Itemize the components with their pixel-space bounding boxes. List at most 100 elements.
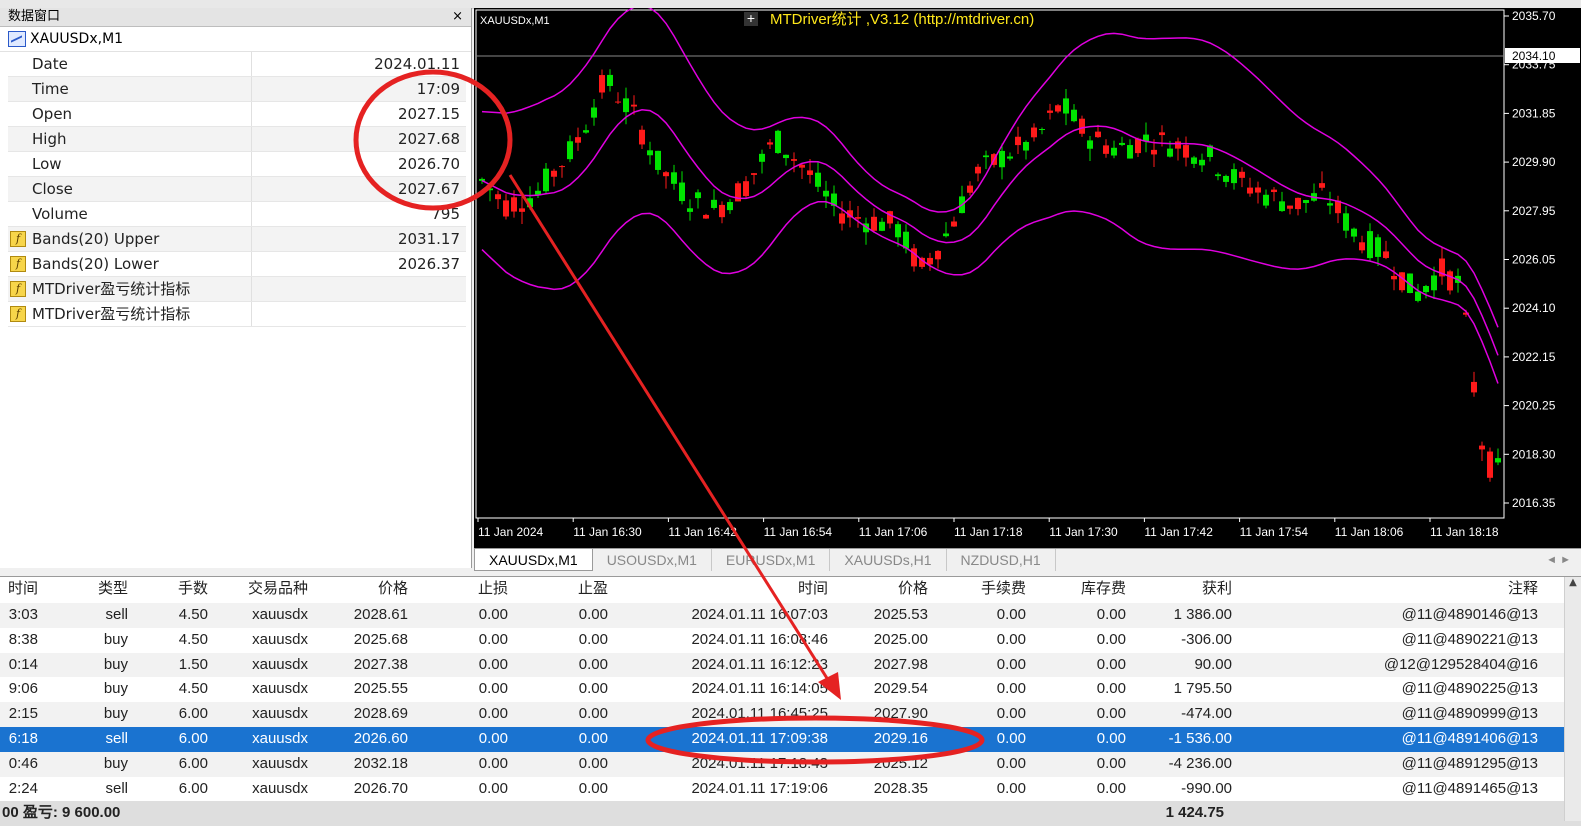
table-row[interactable]: 0:46 buy 6.00 xauusdx 2032.18 0.00 0.00 2024.01…: [0, 751, 1581, 777]
close-icon[interactable]: ×: [452, 8, 463, 26]
table-cell: @11@4891465@13: [1401, 779, 1538, 797]
column-header[interactable]: 注释: [1238, 577, 1544, 603]
data-window-key-text: Open: [32, 105, 73, 123]
column-header[interactable]: 时间: [614, 577, 834, 603]
price-chart[interactable]: 2035.70 2033.75 2031.85 2029.90 2027.95 2026.…: [474, 8, 1581, 548]
table-cell: 0.00: [996, 754, 1026, 772]
candle-body: [1031, 127, 1037, 138]
candle-body: [1343, 213, 1349, 231]
candle-body: [791, 159, 797, 161]
candle-body: [615, 101, 621, 103]
table-cell: 2025.12: [873, 754, 928, 772]
table-row[interactable]: 3:03 sell 4.50 xauusdx 2028.61 0.00 0.00 2024.0…: [0, 603, 1581, 628]
data-window-value: 795: [431, 205, 460, 223]
price-tick-label: 2018.30: [1512, 447, 1556, 461]
data-window-value: 2027.68: [397, 130, 460, 148]
column-header[interactable]: 手续费: [934, 577, 1032, 603]
table-cell: @11@4890221@13: [1401, 630, 1538, 648]
candle-body: [1367, 231, 1373, 259]
table-row[interactable]: 2:24 sell 6.00 xauusdx 2026.70 0.00 0.00 2024.0…: [0, 777, 1581, 802]
table-cell: @11@4891295@13: [1401, 754, 1538, 772]
column-header[interactable]: 止损: [414, 577, 514, 603]
scroll-up-icon[interactable]: ▲: [1565, 577, 1581, 588]
data-window-key-text: Time: [32, 80, 69, 98]
column-header[interactable]: 类型: [44, 577, 134, 603]
column-header[interactable]: 手数: [134, 577, 214, 603]
table-cell: buy: [103, 680, 128, 698]
table-cell: 0.00: [1096, 729, 1126, 747]
table-row[interactable]: 6:18 sell 6.00 xauusdx 2026.60 0.00 0.00 2024.0…: [0, 726, 1581, 752]
table-cell: 0.00: [1096, 705, 1126, 723]
data-window-key: Low: [8, 152, 252, 176]
table-cell: 0:14: [8, 655, 38, 673]
data-window-key: f Bands(20) Lower: [8, 252, 252, 276]
candle-body: [1423, 286, 1429, 293]
table-row[interactable]: 0:14 buy 1.50 xauusdx 2027.38 0.00 0.00 2024.01…: [0, 652, 1581, 678]
data-window-title: 数据窗口: [8, 9, 61, 24]
data-window-key: f MTDriver盈亏统计指标: [8, 302, 252, 326]
tab-chart[interactable]: XAUUSDs,H1: [830, 549, 947, 571]
table-row[interactable]: 2:15 buy 6.00 xauusdx 2028.69 0.00 0.00 2024.01…: [0, 702, 1581, 727]
table-cell: 2025.55: [353, 680, 408, 698]
price-tick-label: 2029.90: [1512, 155, 1556, 169]
candle-body: [1223, 175, 1229, 182]
candlestick-chart-svg[interactable]: 2035.702033.752031.852029.902027.952026.…: [474, 8, 1581, 548]
column-header[interactable]: 库存费: [1032, 577, 1132, 603]
candle-body: [1255, 187, 1261, 193]
column-header[interactable]: 价格: [834, 577, 934, 603]
time-tick-label: 11 Jan 18:06: [1335, 525, 1404, 539]
chart-plot-area[interactable]: [475, 9, 1505, 519]
column-header[interactable]: 时间: [0, 577, 44, 603]
column-header[interactable]: 交易品种: [214, 577, 314, 603]
table-cell: xauusdx: [252, 606, 308, 623]
table-cell: 6.00: [178, 779, 208, 797]
data-window-row: Time 17:09: [8, 77, 466, 102]
time-tick-label: 11 Jan 17:42: [1144, 525, 1213, 539]
time-tick-label: 11 Jan 17:54: [1240, 525, 1309, 539]
time-tick-label: 11 Jan 17:30: [1049, 525, 1118, 539]
column-header[interactable]: 价格: [314, 577, 414, 603]
candle-body: [623, 98, 629, 113]
candle-body: [1271, 189, 1277, 193]
table-cell: 2025.00: [873, 630, 928, 648]
table-cell: 0.00: [578, 705, 608, 723]
table-cell: 9:06: [8, 680, 38, 698]
data-window-key: f MTDriver盈亏统计指标: [8, 277, 252, 301]
candle-body: [1159, 132, 1165, 136]
table-cell: 0.00: [578, 680, 608, 698]
candle-body: [1399, 272, 1405, 291]
price-tick-label: 2026.05: [1512, 253, 1556, 267]
table-row[interactable]: 8:38 buy 4.50 xauusdx 2025.68 0.00 0.00 2024.01…: [0, 628, 1581, 653]
candle-body: [511, 197, 517, 212]
time-tick-label: 11 Jan 2024: [478, 525, 543, 539]
table-cell: 0.00: [478, 630, 508, 648]
plus-icon[interactable]: +: [744, 11, 758, 26]
candle-body: [1247, 187, 1253, 194]
column-header[interactable]: 止盈: [514, 577, 614, 603]
tab-scroll-arrows-icon[interactable]: ◄ ►: [1546, 549, 1571, 571]
data-window-value: 2027.67: [397, 180, 460, 198]
candle-body: [1071, 109, 1077, 122]
candle-body: [1279, 201, 1285, 212]
table-cell: 0.00: [996, 680, 1026, 698]
tab-chart[interactable]: USOUSDx,M1: [593, 549, 712, 571]
candle-body: [655, 150, 661, 170]
table-cell: sell: [105, 729, 128, 747]
candle-body: [1231, 169, 1237, 184]
candle-body: [527, 198, 533, 208]
table-cell: -306.00: [1181, 630, 1232, 648]
table-row[interactable]: 9:06 buy 4.50 xauusdx 2025.55 0.00 0.00 2024.01…: [0, 677, 1581, 702]
data-window-key-text: High: [32, 130, 67, 148]
table-cell: xauusdx: [252, 680, 308, 698]
tab-chart[interactable]: NZDUSD,H1: [947, 549, 1056, 571]
vertical-scrollbar[interactable]: ▲: [1564, 577, 1581, 821]
table-cell: 3:03: [8, 606, 38, 623]
tab-chart[interactable]: EURUSDx,M1: [712, 549, 831, 571]
table-cell: 0.00: [996, 705, 1026, 723]
candle-body: [879, 221, 885, 231]
tab-chart[interactable]: XAUUSDx,M1: [474, 549, 593, 571]
candle-body: [855, 217, 861, 219]
data-window-value: [252, 302, 466, 326]
column-header[interactable]: 获利: [1132, 577, 1238, 603]
candle-body: [487, 188, 493, 191]
